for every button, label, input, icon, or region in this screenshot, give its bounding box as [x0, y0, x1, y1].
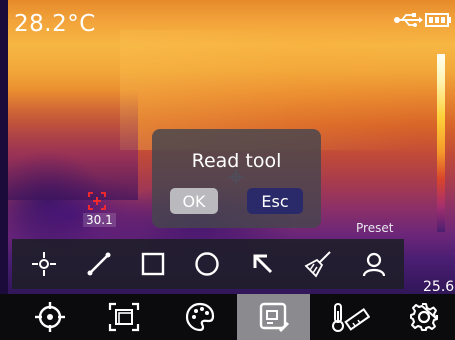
thermal-shadow [8, 90, 138, 200]
person-icon [362, 252, 386, 277]
rectangle-tool-button[interactable] [130, 239, 176, 289]
scale-min-value: 25.6 [423, 279, 455, 295]
thermometer-ruler-icon [332, 303, 370, 332]
battery-icon [425, 13, 452, 27]
read-tool-dialog: Read tool OK Esc [152, 129, 321, 228]
point-crosshair-icon [32, 252, 56, 276]
center-temperature-readout: 28.2°C [14, 11, 96, 37]
settings-button[interactable] [394, 294, 454, 340]
arrow-tool-button[interactable] [240, 239, 286, 289]
circle-icon [195, 252, 219, 276]
analysis-tool-bar [12, 239, 404, 289]
square-icon [141, 252, 165, 276]
clear-tool-button[interactable] [295, 239, 341, 289]
measure-target-button[interactable] [20, 294, 80, 340]
ok-button[interactable]: OK [170, 188, 218, 214]
picture-in-picture-icon [108, 302, 140, 332]
main-menu-bar [0, 294, 455, 340]
image-mode-button[interactable] [94, 294, 154, 340]
person-tool-button[interactable] [351, 239, 397, 289]
broom-icon [304, 251, 331, 278]
palette-icon [185, 302, 215, 332]
hot-spot-value: 30.1 [83, 213, 116, 227]
edit-box-icon [259, 302, 289, 333]
hot-spot-marker-icon [87, 191, 107, 211]
line-tool-button[interactable] [76, 239, 122, 289]
preset-label: Preset [356, 221, 394, 235]
temperature-range-button[interactable] [320, 294, 380, 340]
line-icon [87, 252, 111, 276]
analysis-tools-button[interactable] [237, 294, 310, 340]
arrow-icon [253, 254, 273, 274]
point-tool-button[interactable] [21, 239, 67, 289]
thermal-camera-screen: 28.2°C 25.6 30.1 Read tool OK Esc Preset [0, 0, 455, 340]
gear-icon [410, 303, 438, 331]
target-icon [35, 302, 65, 332]
esc-button[interactable]: Esc [247, 188, 303, 214]
circle-tool-button[interactable] [184, 239, 230, 289]
usb-icon [393, 12, 423, 28]
palette-button[interactable] [170, 294, 230, 340]
color-scale-bar [437, 54, 445, 232]
dialog-title: Read tool [191, 150, 282, 172]
